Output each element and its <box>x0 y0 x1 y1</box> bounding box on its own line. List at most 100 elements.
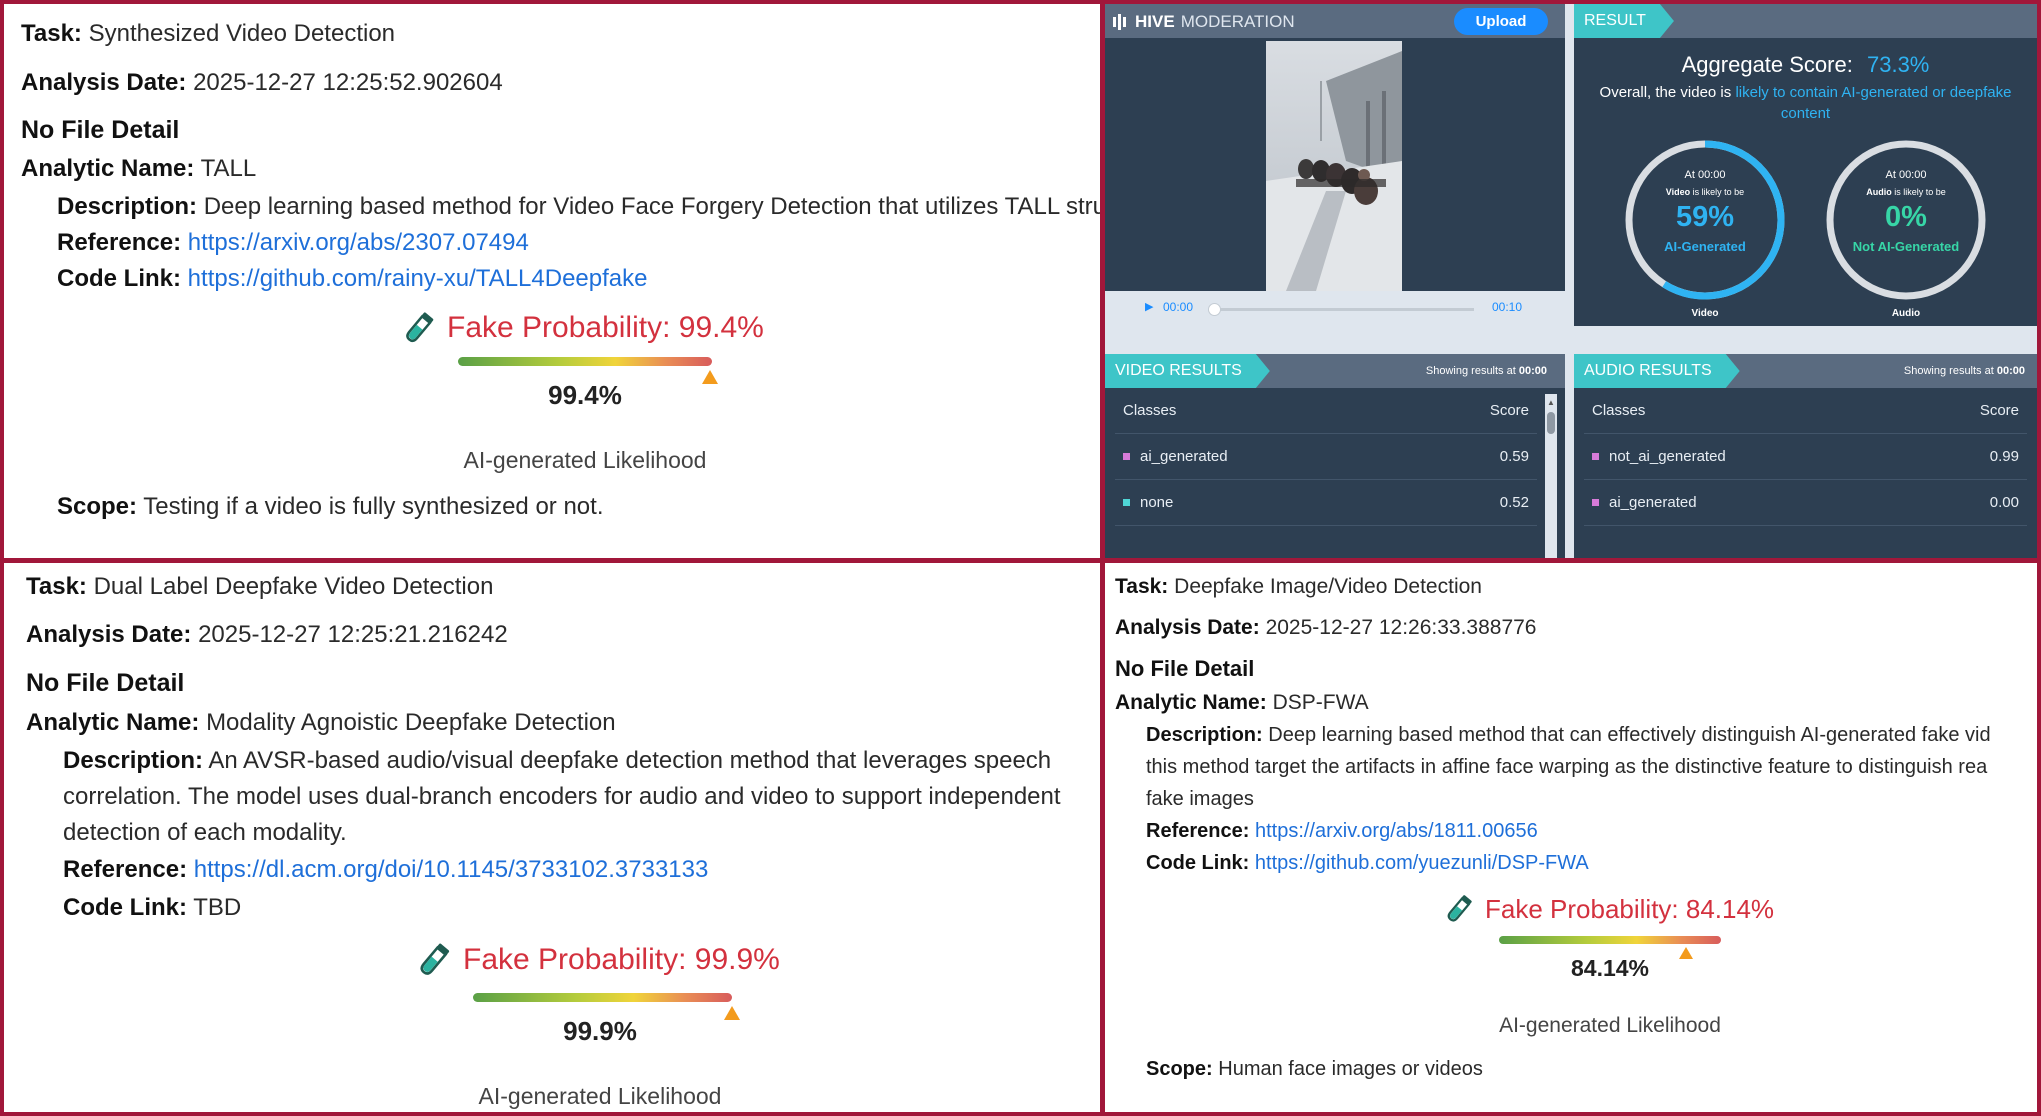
seek-handle[interactable] <box>1208 303 1221 316</box>
audio-results-showing: Showing results at 00:00 <box>1904 365 2025 377</box>
video-frame-image <box>1266 41 1402 291</box>
class-color-swatch <box>1592 499 1599 506</box>
analytic-name-row: Analytic Name: TALL <box>21 155 256 183</box>
task-value: Dual Label Deepfake Video Detection <box>93 573 494 600</box>
scope-label: Scope: <box>57 493 138 520</box>
reference-row: Reference: https://dl.acm.org/doi/10.114… <box>63 856 708 884</box>
class-name: not_ai_generated <box>1609 448 1726 465</box>
fake-probability: Fake Probability: 84.14% <box>1443 893 1774 925</box>
fake-probability: Fake Probability: 99.9% <box>415 941 780 979</box>
classes-column-header: Classes <box>1592 402 1646 419</box>
video-dial-subject-strong: Video <box>1665 187 1691 197</box>
scrollbar-thumb[interactable] <box>1547 412 1555 434</box>
audio-showing-prefix: Showing results at <box>1903 365 1994 377</box>
class-score: 0.99 <box>1989 448 2019 465</box>
audio-dial-caption: Audio <box>1891 308 1921 319</box>
gauge-marker <box>702 370 719 384</box>
play-icon[interactable]: ▶ <box>1145 300 1153 313</box>
analytic-name-row: Analytic Name: Modality Agnoistic Deepfa… <box>26 709 616 737</box>
video-dial-verdict: AI-Generated <box>1664 239 1746 254</box>
video-dial-time: At 00:00 <box>1684 169 1726 181</box>
media-card: HIVE MODERATION Upload ▶ 00:00 00:10 <box>1105 4 1565 326</box>
test-tube-icon <box>1447 895 1472 922</box>
code-link-label: Code Link: <box>57 265 181 292</box>
report-panel-dual-label: Task: Dual Label Deepfake Video Detectio… <box>4 563 1100 1112</box>
hive-brand-light: MODERATION <box>1180 12 1295 31</box>
overall-summary: Overall, the video is likely to contain … <box>1586 82 2025 124</box>
probability-percent: 99.9% <box>563 1016 637 1046</box>
analytic-name-row: Analytic Name: DSP-FWA <box>1115 691 1369 715</box>
likelihood-label: AI-generated Likelihood <box>478 1083 722 1109</box>
scroll-up-arrow-icon[interactable]: ▲ <box>1547 398 1555 407</box>
audio-dial-time: At 00:00 <box>1885 169 1927 181</box>
video-results-showing: Showing results at 00:00 <box>1426 365 1547 377</box>
fake-probability-text: Fake Probability: 99.9% <box>463 943 780 976</box>
probability-percent: 84.14% <box>1570 955 1649 981</box>
reference-label: Reference: <box>57 229 182 256</box>
description-row: Description: Deep learning based method … <box>57 193 1100 221</box>
audio-results-card: AUDIO RESULTS Showing results at 00:00 C… <box>1574 354 2037 558</box>
task-label: Task: <box>26 573 87 600</box>
task-row: Task: Dual Label Deepfake Video Detectio… <box>26 573 493 601</box>
reference-link[interactable]: https://arxiv.org/abs/1811.00656 <box>1255 820 1538 842</box>
file-detail-heading: No File Detail <box>21 116 180 144</box>
analysis-date-value: 2025-12-27 12:26:33.388776 <box>1265 616 1537 639</box>
class-color-swatch <box>1592 453 1599 460</box>
video-thumbnail[interactable] <box>1266 41 1402 291</box>
probability-percent: 99.4% <box>548 380 622 410</box>
class-score: 0.59 <box>1499 448 1529 465</box>
fake-probability-text: Fake Probability: 99.4% <box>447 311 764 344</box>
reference-link[interactable]: https://dl.acm.org/doi/10.1145/3733102.3… <box>194 856 709 883</box>
score-column-header: Score <box>1489 402 1529 419</box>
audio-dial-subject: Audio is likely to be <box>1822 187 1990 197</box>
fake-probability: Fake Probability: 99.4% <box>401 310 764 346</box>
class-color-swatch <box>1123 453 1130 460</box>
analysis-date-label: Analysis Date: <box>26 621 192 648</box>
hive-logo-icon <box>1113 14 1126 30</box>
result-tag: RESULT <box>1574 4 1674 38</box>
overall-highlight: likely to contain AI-generated or deepfa… <box>1735 84 2012 122</box>
likelihood-label: AI-generated Likelihood <box>463 447 707 473</box>
upload-button[interactable]: Upload <box>1454 8 1548 35</box>
table-row: not_ai_generated 0.99 <box>1584 434 2027 480</box>
video-dial-value: 59% <box>1675 201 1735 233</box>
scope-text: Testing if a video is fully synthesized … <box>143 493 604 520</box>
code-link[interactable]: https://github.com/yuezunli/DSP-FWA <box>1255 852 1589 874</box>
audio-results-table-header: Classes Score <box>1584 388 2027 434</box>
analytic-name-value: Modality Agnoistic Deepfake Detection <box>206 709 616 736</box>
seek-bar[interactable] <box>1212 308 1474 311</box>
description-line: fake images <box>1146 788 1254 810</box>
table-row: ai_generated 0.59 <box>1115 434 1537 480</box>
total-time: 00:10 <box>1492 300 1523 314</box>
video-showing-prefix: Showing results at <box>1425 365 1516 377</box>
scope-row: Scope: Human face images or videos <box>1146 1058 1483 1081</box>
class-name: ai_generated <box>1140 448 1228 465</box>
scrollbar-track[interactable]: ▲ <box>1545 394 1557 558</box>
task-label: Task: <box>1115 575 1169 598</box>
description-text: Deep learning based method that can effe… <box>1268 724 1991 746</box>
class-color-swatch <box>1123 499 1130 506</box>
aggregate-value: 73.3% <box>1866 52 1930 77</box>
analysis-date-row: Analysis Date: 2025-12-27 12:25:21.21624… <box>26 621 508 649</box>
likelihood-gauge <box>473 993 732 1002</box>
scope-row: Scope: Testing if a video is fully synth… <box>57 493 603 521</box>
task-row: Task: Synthesized Video Detection <box>21 20 395 48</box>
code-link[interactable]: https://github.com/rainy-xu/TALL4Deepfak… <box>188 265 648 292</box>
class-score: 0.52 <box>1499 494 1529 511</box>
audio-dial-subject-strong: Audio <box>1866 187 1892 197</box>
code-link-value: TBD <box>193 894 242 921</box>
class-name: none <box>1140 494 1174 511</box>
description-text: Deep learning based method for Video Fac… <box>203 193 1100 220</box>
audio-dial-value: 0% <box>1885 201 1927 233</box>
analysis-date-label: Analysis Date: <box>21 69 187 96</box>
task-value: Synthesized Video Detection <box>88 20 396 47</box>
task-value: Deepfake Image/Video Detection <box>1174 575 1482 598</box>
hive-brand-strong: HIVE <box>1135 12 1175 31</box>
gauge-marker <box>723 1006 740 1020</box>
reference-link[interactable]: https://arxiv.org/abs/2307.07494 <box>188 229 529 256</box>
video-dial-caption: Video <box>1691 308 1719 319</box>
audio-showing-time: 00:00 <box>1996 365 2025 377</box>
test-tube-icon <box>406 312 434 343</box>
aggregate-score: Aggregate Score: 73.3% <box>1574 52 2037 78</box>
hive-moderation-panel: HIVE MODERATION Upload ▶ 00:00 00:10 RES… <box>1105 4 2037 558</box>
